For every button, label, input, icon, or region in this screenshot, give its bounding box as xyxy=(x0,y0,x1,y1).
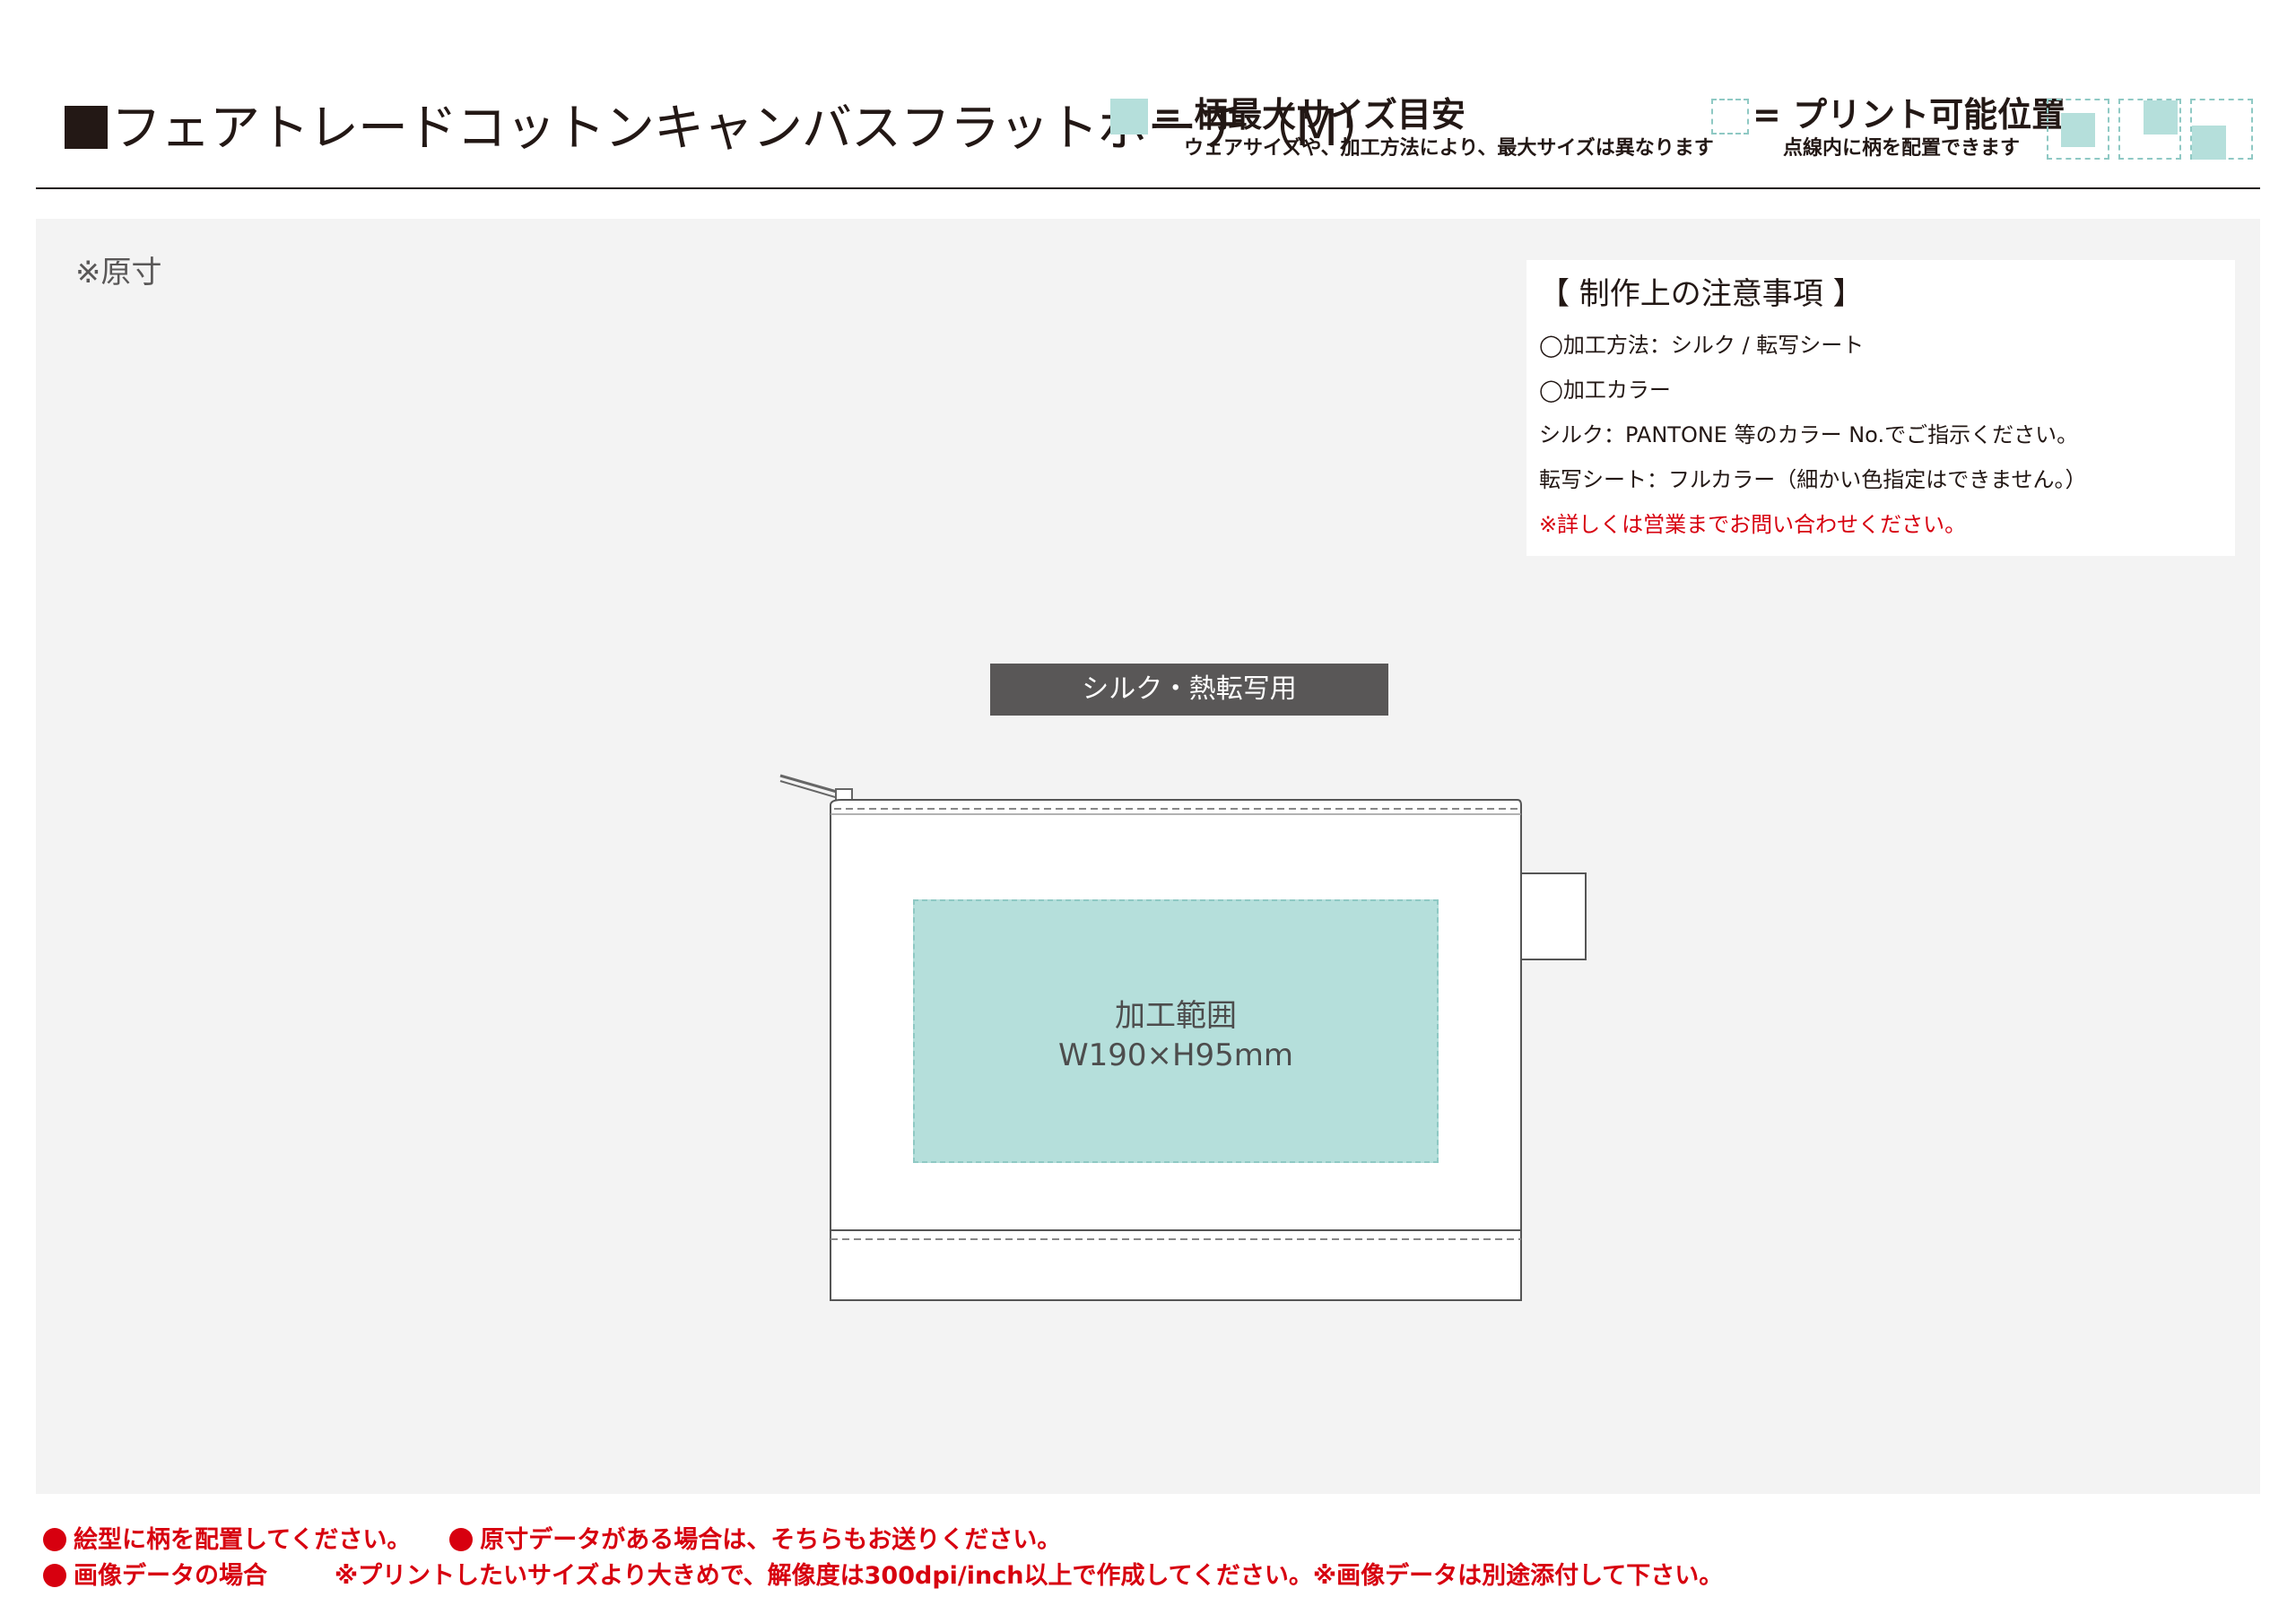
print-area: 加工範囲 W190×H95mm xyxy=(913,899,1439,1163)
footer-instruction: 原寸データがある場合は、そちらもお送りください。 xyxy=(480,1526,1062,1554)
side-tab xyxy=(1520,872,1587,960)
legend-print-position: = プリント可能位置 点線内に柄を配置できます xyxy=(1752,93,2066,161)
print-position-dashed-icon xyxy=(1711,99,1749,135)
position-example-center-icon xyxy=(2047,99,2109,160)
header-divider xyxy=(36,187,2260,189)
footer-line-1: 絵型に柄を配置してください。 原寸データがある場合は、そちらもお送りください。 xyxy=(43,1523,1061,1558)
title-square-icon xyxy=(65,106,108,149)
notes-line: 転写シート：フルカラー（細かい色指定はできません。） xyxy=(1539,467,2087,492)
notes-line: ◯加工方法：シルク / 転写シート xyxy=(1539,333,1865,358)
notes-contact: ※詳しくは営業までお問い合わせください。 xyxy=(1539,512,1967,537)
footer-instruction: 絵型に柄を配置してください。 xyxy=(74,1526,412,1554)
position-example-bottom-icon xyxy=(2190,99,2253,160)
notes-line: ◯加工カラー xyxy=(1539,378,1671,403)
footer-instruction: 画像データの場合 xyxy=(74,1562,267,1590)
production-notes-panel: 【 制作上の注意事項 】 ◯加工方法：シルク / 転写シート ◯加工カラー シル… xyxy=(1526,260,2235,556)
scale-label: ※原寸 xyxy=(75,255,162,291)
method-tag: シルク・熱転写用 xyxy=(990,664,1388,716)
print-area-size: W190×H95mm xyxy=(1057,1037,1294,1073)
footer-line-2: 画像データの場合 ※プリントしたいサイズより大きめで、解像度は300dpi/in… xyxy=(43,1558,1723,1594)
print-area-label: 加工範囲 xyxy=(1115,998,1237,1034)
bullet-icon xyxy=(43,1564,66,1587)
notes-line: シルク：PANTONE 等のカラー No.でご指示ください。 xyxy=(1539,422,2079,447)
footer-instruction: ※プリントしたいサイズより大きめで、解像度は300dpi/inch以上で作成して… xyxy=(334,1562,1724,1590)
legend-print-position-note: 点線内に柄を配置できます xyxy=(1783,137,2021,160)
legend-max-size-label: = 柄最大サイズ目安 xyxy=(1153,95,1465,135)
bullet-icon xyxy=(43,1528,66,1551)
notes-heading: 【 制作上の注意事項 】 xyxy=(1539,276,1864,312)
position-example-top-icon xyxy=(2118,99,2181,160)
max-size-swatch-icon xyxy=(1110,99,1148,135)
legend-max-size: = 柄最大サイズ目安 ウェアサイズや、加工方法により、最大サイズは異なります xyxy=(1153,93,1714,161)
legend-max-size-note: ウェアサイズや、加工方法により、最大サイズは異なります xyxy=(1184,137,1714,160)
bullet-icon xyxy=(449,1528,474,1551)
legend-print-position-label: = プリント可能位置 xyxy=(1752,95,2066,135)
